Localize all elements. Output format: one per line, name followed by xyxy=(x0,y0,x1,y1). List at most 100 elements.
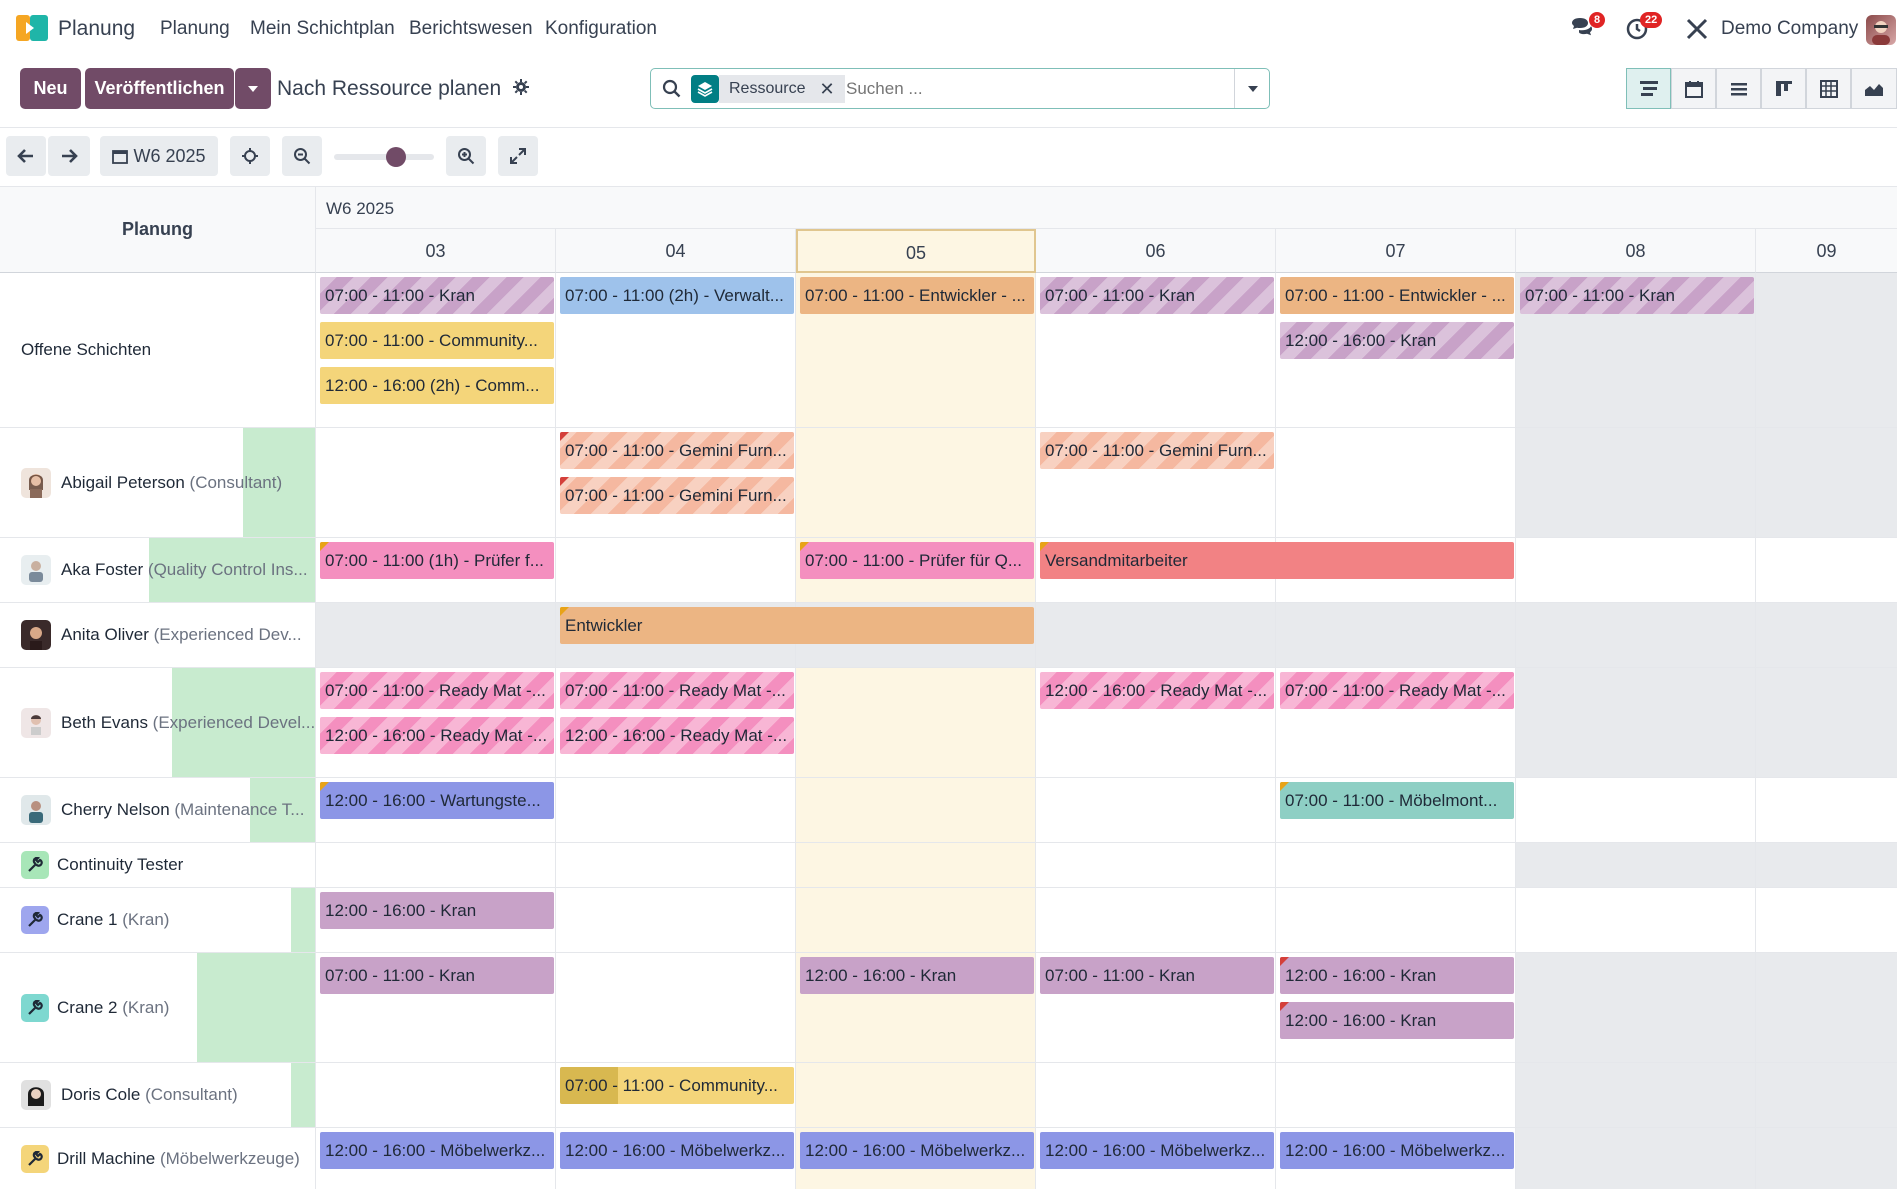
shift-pill[interactable]: 12:00 - 16:00 - Kran xyxy=(1280,957,1514,994)
tools-icon[interactable] xyxy=(1683,15,1711,43)
period-picker-button[interactable]: W6 2025 xyxy=(100,136,218,176)
row-label[interactable]: Drill Machine (Möbelwerkzeuge) xyxy=(0,1128,316,1189)
shift-pill[interactable]: 12:00 - 16:00 - Möbelwerkz... xyxy=(1040,1132,1274,1169)
row-label[interactable]: Crane 1 (Kran) xyxy=(0,888,316,952)
day-header: 03 xyxy=(316,229,556,273)
planning-app-icon[interactable] xyxy=(16,15,48,41)
zoom-slider-handle[interactable] xyxy=(386,147,406,167)
calendar-icon xyxy=(112,150,129,164)
shift-pill[interactable]: 07:00 - 11:00 - Kran xyxy=(320,277,554,314)
row-label[interactable]: Crane 2 (Kran) xyxy=(0,953,316,1062)
view-graph-button[interactable] xyxy=(1851,68,1897,109)
row-label[interactable]: Anita Oliver (Experienced Dev... xyxy=(0,603,316,667)
shift-pill[interactable]: 07:00 - 11:00 - Kran xyxy=(1520,277,1754,314)
menu-planung[interactable]: Planung xyxy=(160,18,230,40)
shift-pill[interactable]: 12:00 - 16:00 - Ready Mat -... xyxy=(1040,672,1274,709)
zoom-in-button[interactable] xyxy=(446,136,486,176)
shift-pill[interactable]: 07:00 - 11:00 - Gemini Furn... xyxy=(560,432,794,469)
row-name: Beth Evans xyxy=(61,712,148,732)
row-label[interactable]: Continuity Tester xyxy=(0,843,316,887)
shift-pill[interactable]: 12:00 - 16:00 - Kran xyxy=(800,957,1034,994)
wrench-icon xyxy=(21,1144,49,1173)
shift-pill[interactable]: 07:00 - 11:00 - Kran xyxy=(320,957,554,994)
shift-pill[interactable]: 12:00 - 16:00 - Möbelwerkz... xyxy=(320,1132,554,1169)
day-header-today: 05 xyxy=(796,229,1036,273)
wrench-icon xyxy=(21,851,49,879)
shift-pill[interactable]: 12:00 - 16:00 - Ready Mat -... xyxy=(560,717,794,754)
user-avatar[interactable] xyxy=(1866,15,1896,45)
shift-pill[interactable]: 07:00 - 11:00 - Entwickler - ... xyxy=(800,277,1034,314)
shift-pill[interactable]: 12:00 - 16:00 - Kran xyxy=(1280,1002,1514,1039)
shift-pill[interactable]: 07:00 - 11:00 - Kran xyxy=(1040,277,1274,314)
shift-pill[interactable]: 12:00 - 16:00 (2h) - Comm... xyxy=(320,367,554,404)
search-options-toggle[interactable] xyxy=(1234,69,1270,108)
search-bar[interactable]: Ressource ✕ xyxy=(650,68,1270,109)
gantt-row: Doris Cole (Consultant) xyxy=(0,1063,1897,1128)
row-job: (Maintenance T... xyxy=(169,800,305,819)
shift-pill[interactable]: 12:00 - 16:00 - Möbelwerkz... xyxy=(1280,1132,1514,1169)
view-gantt-button[interactable] xyxy=(1626,68,1671,109)
shift-pill[interactable]: 07:00 - 11:00 - Ready Mat -... xyxy=(560,672,794,709)
shift-pill[interactable]: 12:00 - 16:00 - Möbelwerkz... xyxy=(560,1132,794,1169)
row-label[interactable]: Doris Cole (Consultant) xyxy=(0,1063,316,1127)
view-calendar-button[interactable] xyxy=(1671,68,1716,109)
zoom-slider[interactable] xyxy=(334,154,434,160)
gantt-row: Continuity Tester xyxy=(0,843,1897,888)
shift-pill[interactable]: Entwickler xyxy=(560,607,1034,644)
view-list-button[interactable] xyxy=(1716,68,1761,109)
list-icon xyxy=(1730,82,1747,95)
shift-pill[interactable]: 07:00 - 11:00 - Ready Mat -... xyxy=(1280,672,1514,709)
avatar xyxy=(21,467,51,498)
new-button[interactable]: Neu xyxy=(20,68,81,109)
previous-button[interactable] xyxy=(6,136,46,176)
search-icon xyxy=(662,79,682,104)
app-brand[interactable]: Planung xyxy=(58,17,135,41)
shift-pill[interactable]: 07:00 - 11:00 - Gemini Furn... xyxy=(560,477,794,514)
row-job: (Consultant) xyxy=(140,1085,238,1104)
shift-pill[interactable]: 07:00 - 11:00 - Kran xyxy=(1040,957,1274,994)
row-job: (Consultant) xyxy=(184,472,283,492)
row-job: (Experienced Devel... xyxy=(147,712,316,732)
view-pivot-button[interactable] xyxy=(1806,68,1851,109)
crosshair-icon xyxy=(242,148,258,164)
shift-pill[interactable]: Versandmitarbeiter xyxy=(1040,542,1514,579)
publish-dropdown-toggle[interactable] xyxy=(235,68,271,109)
row-label[interactable]: Aka Foster (Quality Control Ins... xyxy=(0,538,316,602)
day-header: 06 xyxy=(1036,229,1276,273)
shift-pill[interactable]: 12:00 - 16:00 - Möbelwerkz... xyxy=(800,1132,1034,1169)
activities-badge: 22 xyxy=(1640,12,1663,28)
search-input[interactable] xyxy=(846,77,1166,101)
view-kanban-button[interactable] xyxy=(1761,68,1806,109)
next-button[interactable] xyxy=(48,136,90,176)
shift-pill[interactable]: 07:00 - 11:00 - Ready Mat -... xyxy=(320,672,554,709)
avatar xyxy=(21,1080,51,1110)
menu-konfiguration[interactable]: Konfiguration xyxy=(545,18,657,40)
shift-pill[interactable]: 07:00 - 11:00 - Community... xyxy=(320,322,554,359)
company-switcher[interactable]: Demo Company xyxy=(1721,18,1858,40)
shift-pill[interactable]: 07:00 - 11:00 (1h) - Prüfer f... xyxy=(320,542,554,579)
facet-remove-icon[interactable]: ✕ xyxy=(819,79,834,100)
focus-today-button[interactable] xyxy=(230,136,270,176)
shift-pill[interactable]: 12:00 - 16:00 - Wartungste... xyxy=(320,782,554,819)
row-job: (Quality Control Ins... xyxy=(143,560,308,579)
shift-pill[interactable]: 07:00 - 11:00 - Community... xyxy=(560,1067,794,1104)
row-name: Crane 1 xyxy=(57,910,118,929)
menu-berichtswesen[interactable]: Berichtswesen xyxy=(409,18,533,40)
publish-button[interactable]: Veröffentlichen xyxy=(85,68,234,109)
row-label[interactable]: Cherry Nelson (Maintenance T... xyxy=(0,778,316,842)
shift-pill[interactable]: 07:00 - 11:00 (2h) - Verwalt... xyxy=(560,277,794,314)
shift-pill[interactable]: 07:00 - 11:00 - Gemini Furn... xyxy=(1040,432,1274,469)
shift-pill[interactable]: 07:00 - 11:00 - Möbelmont... xyxy=(1280,782,1514,819)
row-label[interactable]: Offene Schichten xyxy=(0,273,316,427)
shift-pill[interactable]: 07:00 - 11:00 - Prüfer für Q... xyxy=(800,542,1034,579)
shift-pill[interactable]: 12:00 - 16:00 - Ready Mat -... xyxy=(320,717,554,754)
row-label[interactable]: Beth Evans (Experienced Devel... xyxy=(0,668,316,777)
zoom-out-button[interactable] xyxy=(282,136,322,176)
expand-button[interactable] xyxy=(498,136,538,176)
gear-icon[interactable] xyxy=(512,77,529,101)
row-label[interactable]: Abigail Peterson (Consultant) xyxy=(0,428,316,537)
shift-pill[interactable]: 07:00 - 11:00 - Entwickler - ... xyxy=(1280,277,1514,314)
menu-mein-schichtplan[interactable]: Mein Schichtplan xyxy=(250,18,395,40)
shift-pill[interactable]: 12:00 - 16:00 - Kran xyxy=(1280,322,1514,359)
shift-pill[interactable]: 12:00 - 16:00 - Kran xyxy=(320,892,554,929)
